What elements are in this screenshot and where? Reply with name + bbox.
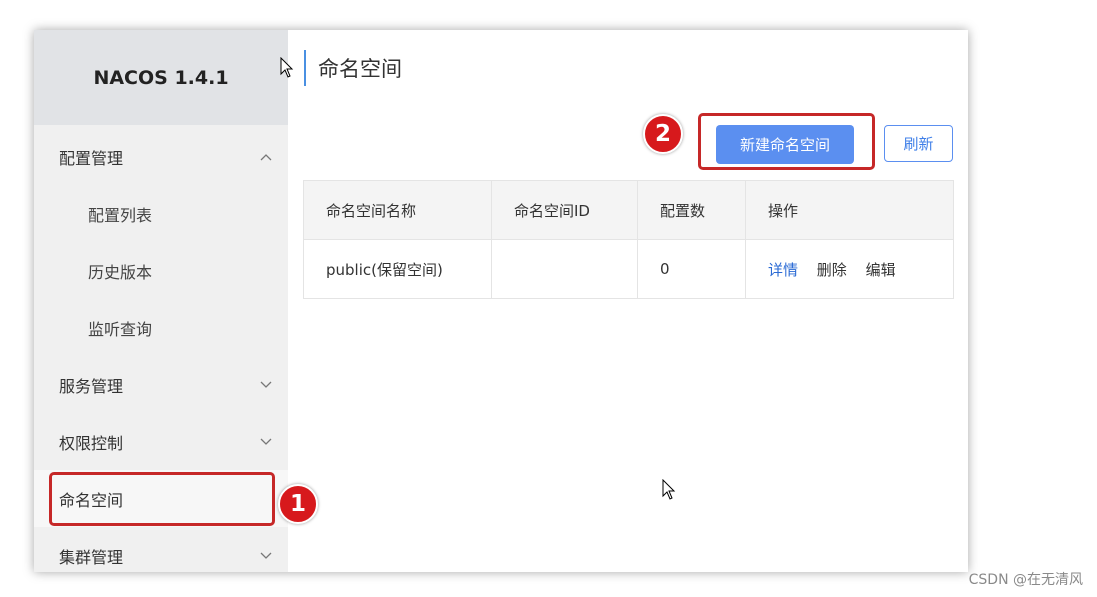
main-content: 命名空间 新建命名空间 刷新 命名空间名称 命名空间ID 配置数 操作 publ… (288, 30, 968, 572)
sidebar-item-label: 服务管理 (59, 376, 124, 396)
annotation-badge-2: 2 (643, 114, 683, 154)
cell-namespace-name: public(保留空间) (303, 239, 492, 299)
chevron-down-icon (258, 548, 274, 564)
column-header-config-count: 配置数 (637, 180, 746, 240)
column-header-namespace-name: 命名空间名称 (303, 180, 492, 240)
sidebar-item-label: 监听查询 (88, 319, 153, 339)
sidebar-item-cluster-management[interactable]: 集群管理 (34, 527, 288, 572)
chevron-down-icon (258, 377, 274, 393)
refresh-button[interactable]: 刷新 (884, 125, 953, 162)
cell-config-count: 0 (637, 239, 746, 299)
sidebar-item-history-version[interactable]: 历史版本 (34, 242, 288, 299)
sidebar-item-access-control[interactable]: 权限控制 (34, 413, 288, 470)
sidebar-item-label: 集群管理 (59, 547, 124, 567)
brand-logo: NACOS 1.4.1 (34, 30, 288, 125)
cell-operations: 详情 删除 编辑 (745, 239, 954, 299)
watermark: CSDN @在无清风 (968, 572, 1083, 588)
table-row: public(保留空间) 0 详情 删除 编辑 (303, 239, 954, 299)
chevron-up-icon (258, 149, 274, 165)
edit-link[interactable]: 编辑 (866, 261, 896, 279)
detail-link[interactable]: 详情 (768, 261, 798, 279)
sidebar-item-label: 配置管理 (59, 148, 124, 168)
chevron-down-icon (258, 434, 274, 450)
sidebar-item-label: 配置列表 (88, 205, 153, 225)
annotation-box-namespace (49, 472, 275, 526)
delete-link[interactable]: 删除 (817, 261, 847, 279)
sidebar-item-listener-query[interactable]: 监听查询 (34, 299, 288, 356)
annotation-badge-1: 1 (278, 484, 318, 524)
sidebar-item-label: 历史版本 (88, 262, 153, 282)
table-header-row: 命名空间名称 命名空间ID 配置数 操作 (303, 180, 954, 240)
mouse-cursor-icon (280, 57, 294, 78)
column-header-operations: 操作 (745, 180, 954, 240)
page-title: 命名空间 (304, 50, 402, 86)
namespace-table: 命名空间名称 命名空间ID 配置数 操作 public(保留空间) 0 详情 删… (303, 180, 954, 299)
sidebar-item-service-management[interactable]: 服务管理 (34, 356, 288, 413)
sidebar-item-config-management[interactable]: 配置管理 (34, 128, 288, 185)
cell-namespace-id (491, 239, 638, 299)
annotation-box-create-button (698, 113, 875, 170)
column-header-namespace-id: 命名空间ID (491, 180, 638, 240)
sidebar-item-config-list[interactable]: 配置列表 (34, 185, 288, 242)
sidebar-item-label: 权限控制 (59, 433, 124, 453)
mouse-cursor-icon (662, 479, 676, 500)
